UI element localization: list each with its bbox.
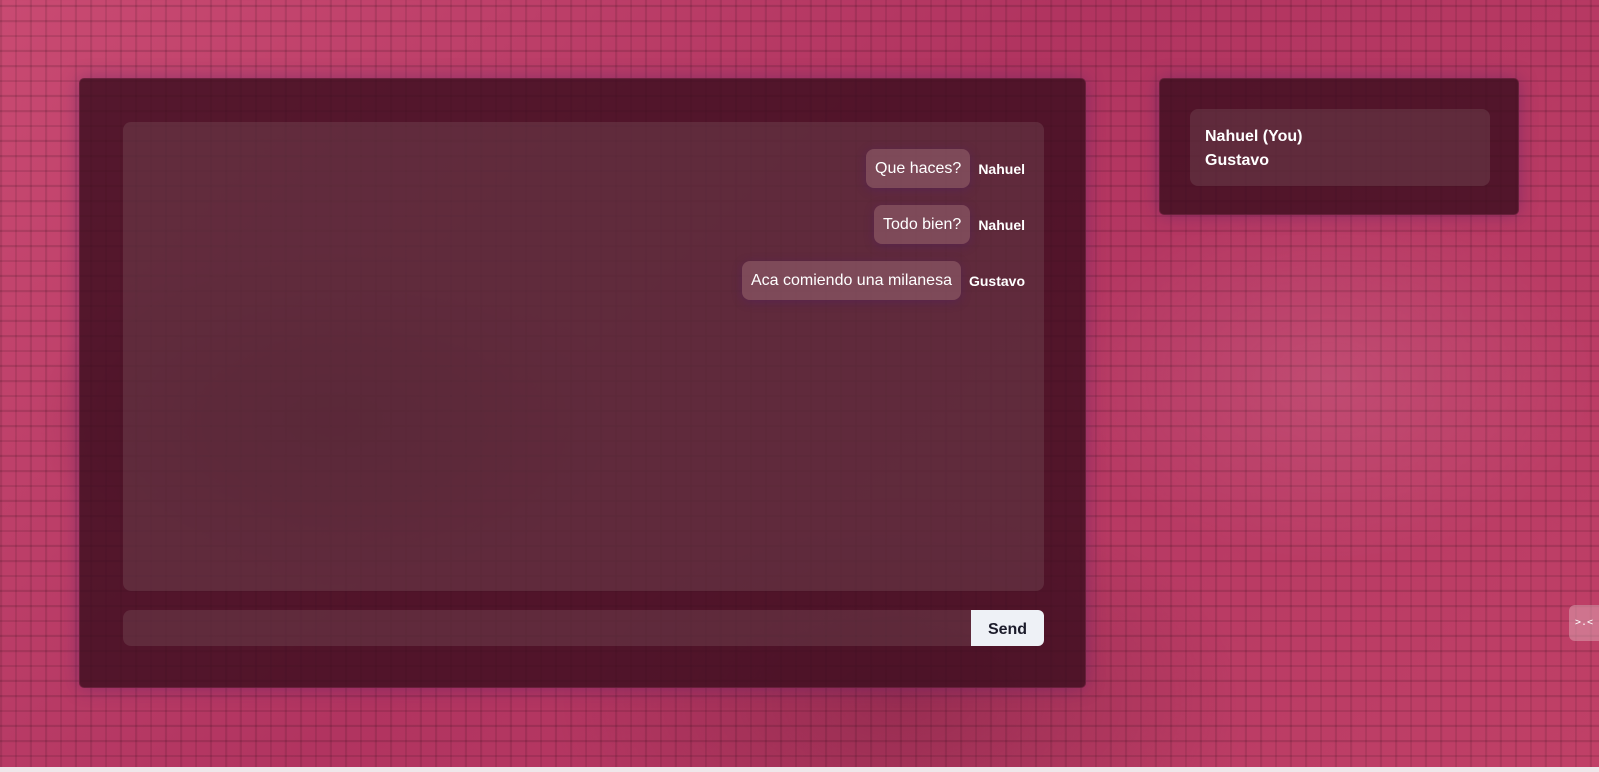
user-item-nahuel: Nahuel (You) bbox=[1205, 128, 1303, 145]
side-tab-widget[interactable]: >.< bbox=[1569, 605, 1599, 641]
bottom-strip bbox=[0, 767, 1599, 772]
message-row: Aca comiendo una milanesa Gustavo bbox=[123, 261, 1025, 300]
message-bubble: Que haces? bbox=[866, 149, 971, 188]
users-panel: Nahuel (You) Gustavo bbox=[1159, 78, 1519, 215]
messages-area: Que haces? Nahuel Todo bien? Nahuel Aca … bbox=[123, 122, 1044, 591]
users-list: Nahuel (You) Gustavo bbox=[1190, 109, 1490, 186]
message-author: Gustavo bbox=[968, 272, 1025, 289]
message-input[interactable] bbox=[123, 610, 971, 646]
chat-panel: Que haces? Nahuel Todo bien? Nahuel Aca … bbox=[79, 78, 1086, 688]
message-author: Nahuel bbox=[978, 216, 1025, 233]
message-row: Todo bien? Nahuel bbox=[123, 205, 1025, 244]
send-button[interactable]: Send bbox=[971, 610, 1044, 646]
message-row: Que haces? Nahuel bbox=[123, 149, 1025, 188]
message-bubble: Aca comiendo una milanesa bbox=[741, 261, 961, 300]
user-item-gustavo: Gustavo bbox=[1205, 152, 1270, 169]
message-input-row: Send bbox=[123, 610, 1044, 646]
message-bubble: Todo bien? bbox=[874, 205, 971, 244]
message-author: Nahuel bbox=[978, 160, 1025, 177]
